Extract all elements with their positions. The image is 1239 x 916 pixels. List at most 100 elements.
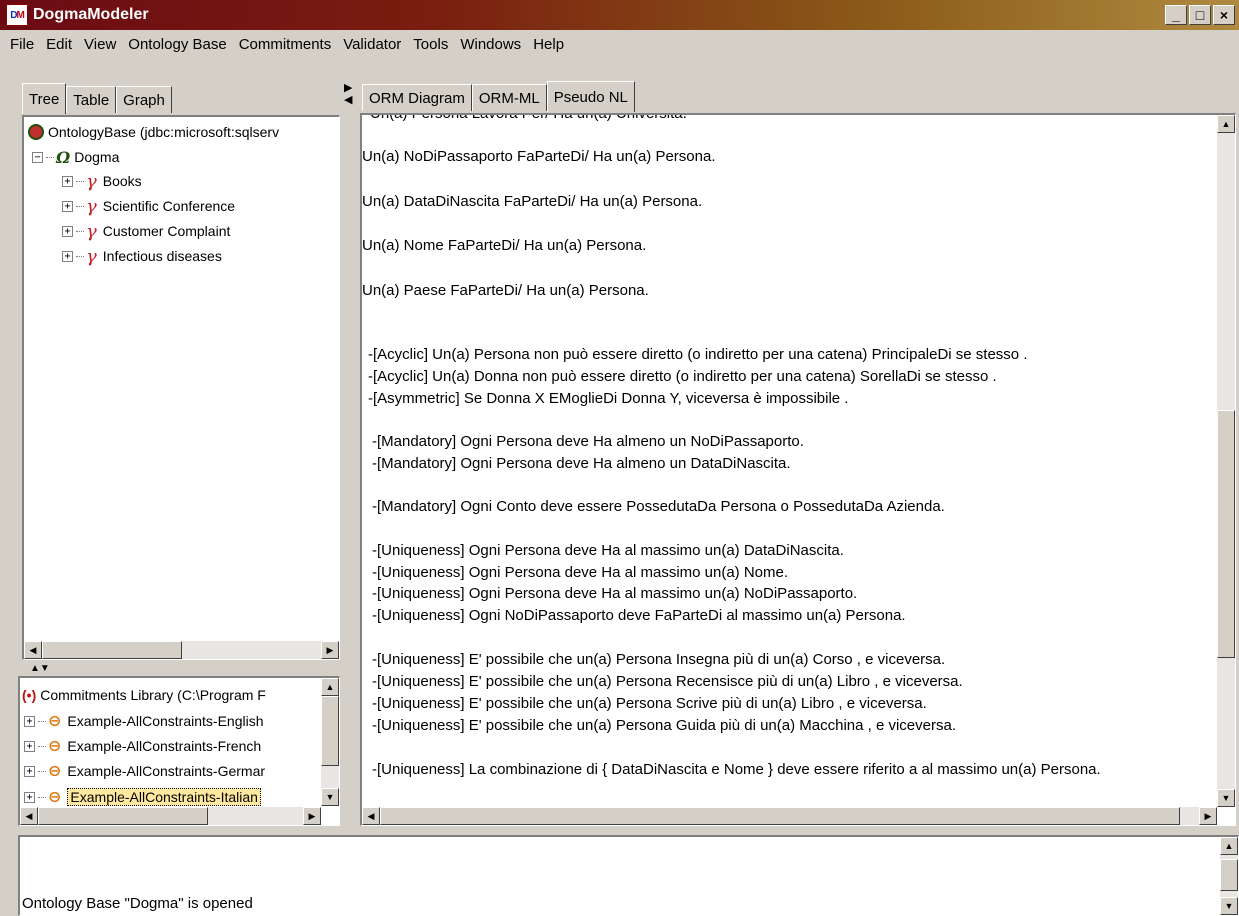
tree-connector [76, 205, 84, 207]
nl-line: -[Uniqueness] E' possibile che un(a) Per… [372, 651, 946, 668]
tree-root-label: OntologyBase (jdbc:microsoft:sqlserv [48, 124, 280, 140]
scroll-right-icon[interactable]: ▶ [1199, 807, 1217, 825]
scroll-down-icon[interactable]: ▼ [1217, 789, 1235, 807]
commitment-label: Example-AllConstraints-English [67, 713, 264, 729]
nl-line: -[Uniqueness] E' possibile che un(a) Per… [372, 673, 963, 690]
scroll-up-icon[interactable]: ▲ [321, 678, 339, 696]
window-title: DogmaModeler [33, 6, 149, 23]
commitments-v-scrollbar[interactable]: ▲ ▼ [321, 678, 339, 806]
tree-connector [76, 180, 84, 182]
splitter-arrows-icon[interactable]: ▲▼ [30, 663, 50, 674]
commitment-icon: ⊖ [48, 763, 62, 780]
tree-node-customer-complaint[interactable]: + γ Customer Complaint [62, 220, 230, 242]
tab-orm-diagram[interactable]: ORM Diagram [362, 84, 472, 111]
gamma-icon: γ [86, 170, 97, 192]
expand-icon[interactable]: + [62, 175, 73, 187]
pseudo-nl-panel: Un(a) Persona Lavora Per/ Ha un(a) Unive… [360, 113, 1236, 826]
maximize-button[interactable]: □ [1189, 5, 1211, 25]
scroll-thumb[interactable] [38, 807, 208, 825]
status-message: Ontology Base "Dogma" is opened [22, 895, 253, 912]
scroll-left-icon[interactable]: ◀ [24, 641, 42, 659]
tab-tree[interactable]: Tree [22, 83, 67, 114]
tree-connector [38, 745, 46, 747]
close-button[interactable]: × [1213, 5, 1235, 25]
menu-file[interactable]: File [4, 36, 40, 53]
pseudo-nl-h-scrollbar[interactable]: ◀ ▶ [362, 807, 1217, 825]
collapse-icon[interactable]: − [32, 151, 43, 163]
status-v-scrollbar[interactable]: ▲ ▼ [1220, 837, 1238, 915]
nl-partial-line: Un(a) Persona Lavora Per/ Ha un(a) Unive… [370, 113, 687, 122]
tab-orm-ml[interactable]: ORM-ML [471, 84, 547, 111]
commitment-label: Example-AllConstraints-Germar [67, 763, 266, 779]
status-log-panel: Ontology Base "Dogma" is opened ▲ ▼ [18, 835, 1239, 916]
nl-line: -[Uniqueness] E' possibile che un(a) Per… [372, 717, 956, 734]
scroll-right-icon[interactable]: ▶ [303, 807, 321, 825]
commitment-label: Example-AllConstraints-French [67, 738, 262, 754]
vertical-splitter-arrows-icon[interactable]: ▶ ◀ [344, 82, 352, 106]
omega-icon: Ω [56, 147, 71, 167]
tree-node-books[interactable]: + γ Books [62, 170, 142, 192]
gamma-icon: γ [86, 195, 97, 217]
menu-view[interactable]: View [78, 36, 122, 53]
scroll-right-icon[interactable]: ▶ [321, 641, 339, 659]
tree-node-dogma[interactable]: − Ω Dogma [32, 146, 119, 168]
scroll-left-icon[interactable]: ◀ [20, 807, 38, 825]
menu-validator[interactable]: Validator [337, 36, 407, 53]
tree-node-infectious-diseases[interactable]: + γ Infectious diseases [62, 245, 222, 267]
menu-windows[interactable]: Windows [454, 36, 527, 53]
expand-icon[interactable]: + [24, 715, 35, 727]
commitments-header[interactable]: (•) Commitments Library (C:\Program F [22, 684, 266, 706]
nl-line: -[Acyclic] Un(a) Donna non può essere di… [368, 368, 997, 385]
minimize-button[interactable]: _ [1165, 5, 1187, 25]
scroll-up-icon[interactable]: ▲ [1220, 837, 1238, 855]
scroll-thumb[interactable] [1217, 410, 1235, 658]
pseudo-nl-v-scrollbar[interactable]: ▲ ▼ [1217, 115, 1235, 807]
scroll-down-icon[interactable]: ▼ [1220, 897, 1238, 915]
tree-connector [38, 796, 46, 798]
tab-graph[interactable]: Graph [116, 86, 172, 113]
tree-connector [38, 720, 46, 722]
expand-icon[interactable]: + [24, 791, 35, 803]
commitments-h-scrollbar[interactable]: ◀ ▶ [20, 807, 321, 825]
gamma-icon: γ [86, 220, 97, 242]
expand-icon[interactable]: + [24, 740, 35, 752]
menu-help[interactable]: Help [527, 36, 570, 53]
commitment-item-selected[interactable]: + ⊖ Example-AllConstraints-Italian [24, 786, 261, 808]
tree-node-scientific-conference[interactable]: + γ Scientific Conference [62, 195, 235, 217]
tree-h-scrollbar[interactable]: ◀ ▶ [24, 641, 339, 659]
commitment-item[interactable]: + ⊖ Example-AllConstraints-English [24, 710, 263, 732]
expand-icon[interactable]: + [24, 765, 35, 777]
menu-tools[interactable]: Tools [407, 36, 454, 53]
scroll-thumb[interactable] [321, 696, 339, 766]
tree-child-label: Books [102, 173, 142, 189]
commitment-item[interactable]: + ⊖ Example-AllConstraints-Germar [24, 760, 265, 782]
scroll-left-icon[interactable]: ◀ [362, 807, 380, 825]
menu-commitments[interactable]: Commitments [233, 36, 338, 53]
scroll-up-icon[interactable]: ▲ [1217, 115, 1235, 133]
tab-pseudo-nl[interactable]: Pseudo NL [546, 81, 635, 112]
menu-edit[interactable]: Edit [40, 36, 78, 53]
nl-line: -[Mandatory] Ogni Persona deve Ha almeno… [372, 455, 791, 472]
nl-line: -[Uniqueness] Ogni Persona deve Ha al ma… [372, 542, 844, 559]
commitment-item[interactable]: + ⊖ Example-AllConstraints-French [24, 735, 261, 757]
nl-line: Un(a) Paese FaParteDi/ Ha un(a) Persona. [362, 282, 649, 299]
tab-table[interactable]: Table [66, 86, 117, 113]
nl-line: Un(a) DataDiNascita FaParteDi/ Ha un(a) … [362, 193, 703, 210]
scroll-down-icon[interactable]: ▼ [321, 788, 339, 806]
expand-icon[interactable]: + [62, 200, 73, 212]
expand-icon[interactable]: + [62, 225, 73, 237]
scroll-thumb[interactable] [1220, 859, 1238, 891]
scroll-thumb[interactable] [42, 641, 182, 659]
tree-connector [38, 770, 46, 772]
nl-line: -[Uniqueness] Ogni Persona deve Ha al ma… [372, 585, 858, 602]
nl-line: -[Mandatory] Ogni Persona deve Ha almeno… [372, 433, 804, 450]
tree-root[interactable]: OntologyBase (jdbc:microsoft:sqlserv [28, 121, 279, 143]
menu-ontology-base[interactable]: Ontology Base [122, 36, 232, 53]
nl-line: -[Asymmetric] Se Donna X EMoglieDi Donna… [368, 390, 849, 407]
title-bar: DM DogmaModeler _ □ × [0, 0, 1239, 30]
tree-child-label: Infectious diseases [102, 248, 222, 264]
expand-icon[interactable]: + [62, 250, 73, 262]
commitments-library-panel: (•) Commitments Library (C:\Program F + … [18, 676, 340, 826]
app-logo-icon: DM [6, 4, 28, 26]
scroll-thumb[interactable] [380, 807, 1180, 825]
